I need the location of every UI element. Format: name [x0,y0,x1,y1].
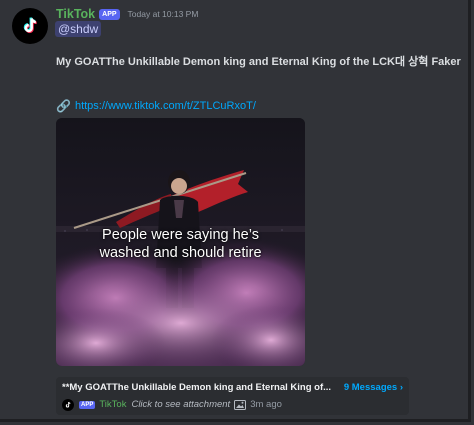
user-mention[interactable]: @shdw [55,21,102,37]
tiktok-icon [62,398,74,411]
message-text: My GOATThe Unkillable Demon king and Ete… [56,56,461,68]
thread-preview[interactable]: **My GOATThe Unkillable Demon king and E… [56,377,409,415]
thread-title[interactable]: **My GOATThe Unkillable Demon king and E… [62,382,331,393]
app-badge: APP [79,400,96,409]
video-caption: People were saying he’s washed and shoul… [56,226,305,262]
image-icon [234,399,247,410]
thread-author: TikTok [99,399,127,410]
app-badge: APP [99,8,120,20]
link-icon: 🔗 [56,99,71,113]
video-embed[interactable]: People were saying he’s washed and shoul… [56,118,305,366]
message-header: TikTok APP Today at 10:13 PM [56,7,198,21]
thread-last-message: APP TikTok Click to see attachment 3m ag… [62,398,282,411]
thread-time-ago: 3m ago [250,399,282,410]
caption-line-1: People were saying he’s [102,227,259,243]
link-line: 🔗 https://www.tiktok.com/t/ZTLCuRxoT/ [56,99,256,113]
tiktok-avatar[interactable] [12,8,48,44]
username[interactable]: TikTok [56,7,95,21]
tiktok-link[interactable]: https://www.tiktok.com/t/ZTLCuRxoT/ [75,100,256,112]
timestamp: Today at 10:13 PM [127,9,199,19]
tiktok-icon [23,17,37,34]
caption-line-2: washed and should retire [99,245,262,261]
thread-preview-text: Click to see attachment [131,399,231,410]
thread-message-count[interactable]: 9 Messages › [344,382,403,393]
